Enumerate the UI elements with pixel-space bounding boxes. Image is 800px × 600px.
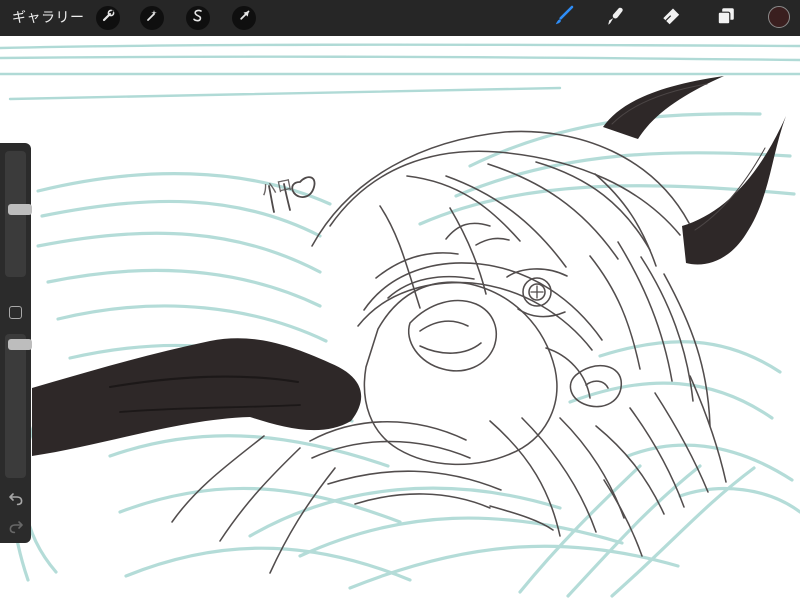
actions-button[interactable] [96, 6, 120, 30]
modify-button[interactable] [9, 306, 22, 319]
brush-size-thumb[interactable] [8, 203, 32, 215]
undo-icon [7, 492, 25, 511]
brush-size-slider[interactable] [5, 151, 32, 277]
top-toolbar: ギャラリー [0, 0, 800, 36]
opacity-slider[interactable] [5, 334, 32, 478]
horns [603, 76, 786, 265]
brush-sidebar [0, 143, 32, 543]
opacity-thumb[interactable] [8, 339, 32, 351]
gallery-button[interactable]: ギャラリー [12, 8, 85, 28]
layers-icon [714, 4, 738, 32]
canvas-handwritten-note: ハロ [259, 175, 294, 200]
transform-button[interactable] [232, 6, 256, 30]
redo-button[interactable] [7, 517, 25, 535]
eraser-tool-button[interactable] [657, 4, 685, 32]
brush-icon [551, 4, 575, 32]
redo-icon [7, 520, 25, 539]
adjustments-button[interactable] [140, 6, 164, 30]
selection-button[interactable] [186, 6, 210, 30]
selection-s-icon [190, 8, 206, 28]
undo-button[interactable] [7, 489, 25, 507]
color-picker-button[interactable] [768, 6, 790, 28]
arrow-cursor-icon [236, 8, 252, 28]
wrench-icon [100, 8, 116, 28]
smudge-icon [604, 4, 628, 32]
procreate-app: ギャラリー ハロ [0, 0, 800, 600]
smudge-tool-button[interactable] [602, 4, 630, 32]
drawing-canvas[interactable]: ハロ [0, 36, 800, 600]
sketch-artwork: ハロ [0, 43, 800, 598]
layers-button[interactable] [712, 4, 740, 32]
eraser-icon [659, 4, 683, 32]
brush-tool-button[interactable] [549, 4, 577, 32]
magic-wand-icon [144, 8, 160, 28]
